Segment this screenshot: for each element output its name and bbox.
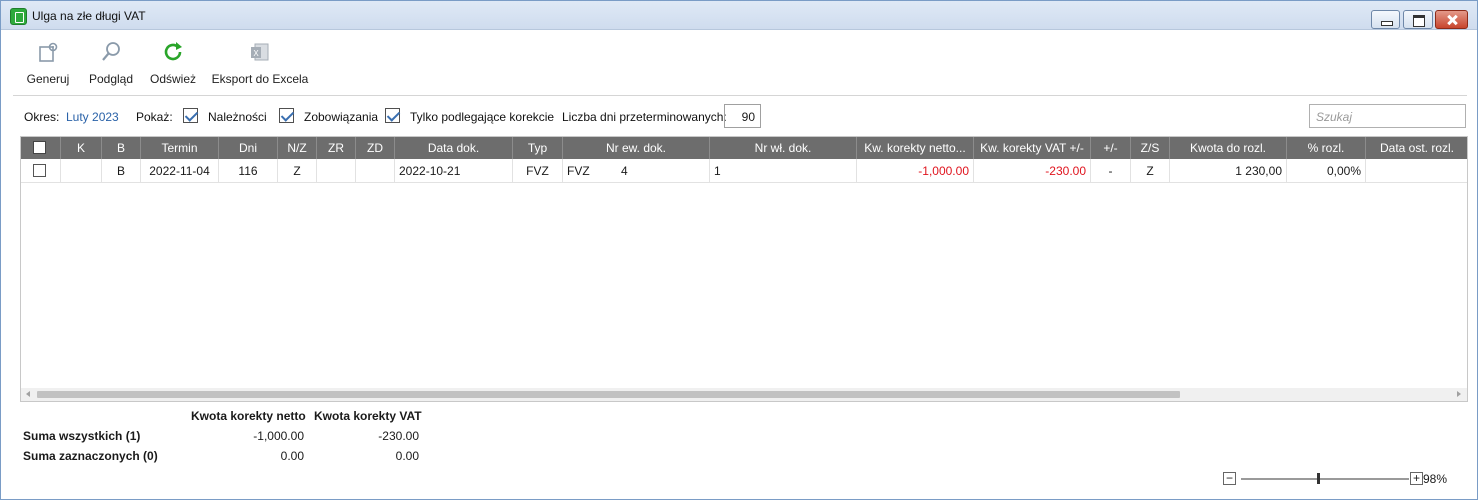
cell-dni: 116: [219, 159, 278, 183]
col-typ[interactable]: Typ: [513, 137, 563, 159]
col-zr[interactable]: ZR: [317, 137, 356, 159]
period-link[interactable]: Luty 2023: [66, 110, 119, 124]
col-nz[interactable]: N/Z: [278, 137, 317, 159]
cell-b: B: [102, 159, 141, 183]
title-bar: Ulga na złe długi VAT: [1, 1, 1477, 30]
cell-nr-ew-dok: FVZ 4: [563, 159, 710, 183]
cell-plus-minus: -: [1091, 159, 1131, 183]
col-proc-rozl[interactable]: % rozl.: [1287, 137, 1366, 159]
col-data-dok[interactable]: Data dok.: [395, 137, 513, 159]
export-excel-button[interactable]: X Eksport do Excela: [211, 39, 309, 89]
table-row[interactable]: B 2022-11-04 116 Z 2022-10-21 FVZ FVZ 4 …: [21, 159, 1467, 183]
cell-k: [61, 159, 102, 183]
overdue-days-input[interactable]: 90: [724, 104, 761, 128]
cell-kw-korekty-netto: -1,000.00: [857, 159, 974, 183]
cell-nr-wl-dok: 1: [710, 159, 857, 183]
col-kw-korekty-vat[interactable]: Kw. korekty VAT +/-: [974, 137, 1091, 159]
col-nr-wl-dok[interactable]: Nr wł. dok.: [710, 137, 857, 159]
filter-bar: Okres: Luty 2023 Pokaż: Należności Zobow…: [1, 104, 1477, 130]
show-label: Pokaż:: [136, 110, 173, 124]
summary-all-label: Suma wszystkich (1): [23, 429, 141, 443]
cell-zr: [317, 159, 356, 183]
only-correction-label: Tylko podlegające korekcie: [410, 110, 555, 124]
summary-panel: Kwota korekty netto Kwota korekty VAT Su…: [1, 403, 461, 473]
generate-label: Generuj: [26, 72, 70, 86]
liabilities-label: Zobowiązania: [304, 110, 379, 124]
col-kw-korekty-netto[interactable]: Kw. korekty netto...: [857, 137, 974, 159]
excel-icon: X: [251, 43, 269, 61]
col-data-ost-rozl[interactable]: Data ost. rozl.: [1366, 137, 1467, 159]
zoom-control: − + 98%: [1223, 472, 1473, 488]
toolbar: Generuj Podgląd Odśwież X Eksport do Exc…: [1, 31, 1477, 93]
col-plus-minus[interactable]: +/-: [1091, 137, 1131, 159]
preview-label: Podgląd: [88, 72, 134, 86]
header-select-all[interactable]: [21, 137, 61, 159]
refresh-button[interactable]: Odśwież: [147, 39, 199, 89]
magnifier-icon: [102, 42, 120, 61]
close-button[interactable]: [1435, 10, 1468, 29]
search-input[interactable]: Szukaj: [1309, 104, 1466, 128]
cell-data-ost-rozl: [1366, 159, 1467, 183]
app-window: Ulga na złe długi VAT Generuj Podgląd Od…: [0, 0, 1478, 500]
summary-selected-vat: 0.00: [395, 449, 419, 463]
zoom-slider-thumb[interactable]: [1317, 473, 1320, 484]
nr-ew-number: 4: [621, 164, 628, 178]
cell-proc-rozl: 0,00%: [1287, 159, 1366, 183]
scrollbar-thumb[interactable]: [37, 391, 1180, 398]
cell-kwota-do-rozl: 1 230,00: [1170, 159, 1287, 183]
overdue-days-label: Liczba dni przeterminowanych:: [562, 110, 727, 124]
row-checkbox[interactable]: [33, 164, 46, 177]
zoom-in-button[interactable]: +: [1410, 472, 1423, 485]
export-label: Eksport do Excela: [211, 72, 309, 86]
minimize-button[interactable]: [1371, 10, 1400, 29]
summary-all-vat: -230.00: [378, 429, 419, 443]
col-kwota-do-rozl[interactable]: Kwota do rozl.: [1170, 137, 1287, 159]
liabilities-checkbox[interactable]: [279, 108, 294, 123]
toolbar-separator: [13, 95, 1467, 96]
cell-nz: Z: [278, 159, 317, 183]
cell-zd: [356, 159, 395, 183]
col-dni[interactable]: Dni: [219, 137, 278, 159]
data-grid: K B Termin Dni N/Z ZR ZD Data dok. Typ N…: [20, 136, 1468, 402]
refresh-icon: [164, 42, 182, 61]
maximize-button[interactable]: [1403, 10, 1433, 29]
svg-text:X: X: [253, 49, 259, 58]
col-termin[interactable]: Termin: [141, 137, 219, 159]
cell-kw-korekty-vat: -230.00: [974, 159, 1091, 183]
scroll-left-icon[interactable]: [26, 391, 30, 397]
receivables-checkbox[interactable]: [183, 108, 198, 123]
select-all-checkbox[interactable]: [33, 141, 46, 154]
col-k[interactable]: K: [61, 137, 102, 159]
generate-button[interactable]: Generuj: [21, 39, 75, 89]
cell-typ: FVZ: [513, 159, 563, 183]
col-nr-ew-dok[interactable]: Nr ew. dok.: [563, 137, 710, 159]
summary-all-netto: -1,000.00: [253, 429, 304, 443]
only-correction-checkbox[interactable]: [385, 108, 400, 123]
grid-header: K B Termin Dni N/Z ZR ZD Data dok. Typ N…: [21, 137, 1467, 159]
receivables-label: Należności: [208, 110, 267, 124]
summary-col-vat: Kwota korekty VAT: [314, 409, 422, 423]
cell-zs: Z: [1131, 159, 1170, 183]
zoom-out-button[interactable]: −: [1223, 472, 1236, 485]
zoom-percent: 98%: [1423, 472, 1448, 486]
col-zs[interactable]: Z/S: [1131, 137, 1170, 159]
cell-termin: 2022-11-04: [141, 159, 219, 183]
summary-col-netto: Kwota korekty netto: [191, 409, 306, 423]
app-icon: [10, 8, 27, 25]
row-select-cell[interactable]: [21, 159, 61, 183]
zoom-slider-track[interactable]: [1241, 478, 1409, 480]
nr-ew-prefix: FVZ: [567, 164, 590, 178]
horizontal-scrollbar[interactable]: [21, 388, 1467, 401]
summary-selected-label: Suma zaznaczonych (0): [23, 449, 158, 463]
refresh-label: Odśwież: [149, 72, 196, 86]
col-b[interactable]: B: [102, 137, 141, 159]
period-label: Okres:: [24, 110, 60, 124]
col-zd[interactable]: ZD: [356, 137, 395, 159]
window-title: Ulga na złe długi VAT: [32, 9, 146, 23]
preview-button[interactable]: Podgląd: [85, 39, 137, 89]
summary-selected-netto: 0.00: [280, 449, 304, 463]
scroll-right-icon[interactable]: [1457, 391, 1461, 397]
gear-doc-icon: [39, 42, 58, 62]
cell-data-dok: 2022-10-21: [395, 159, 513, 183]
